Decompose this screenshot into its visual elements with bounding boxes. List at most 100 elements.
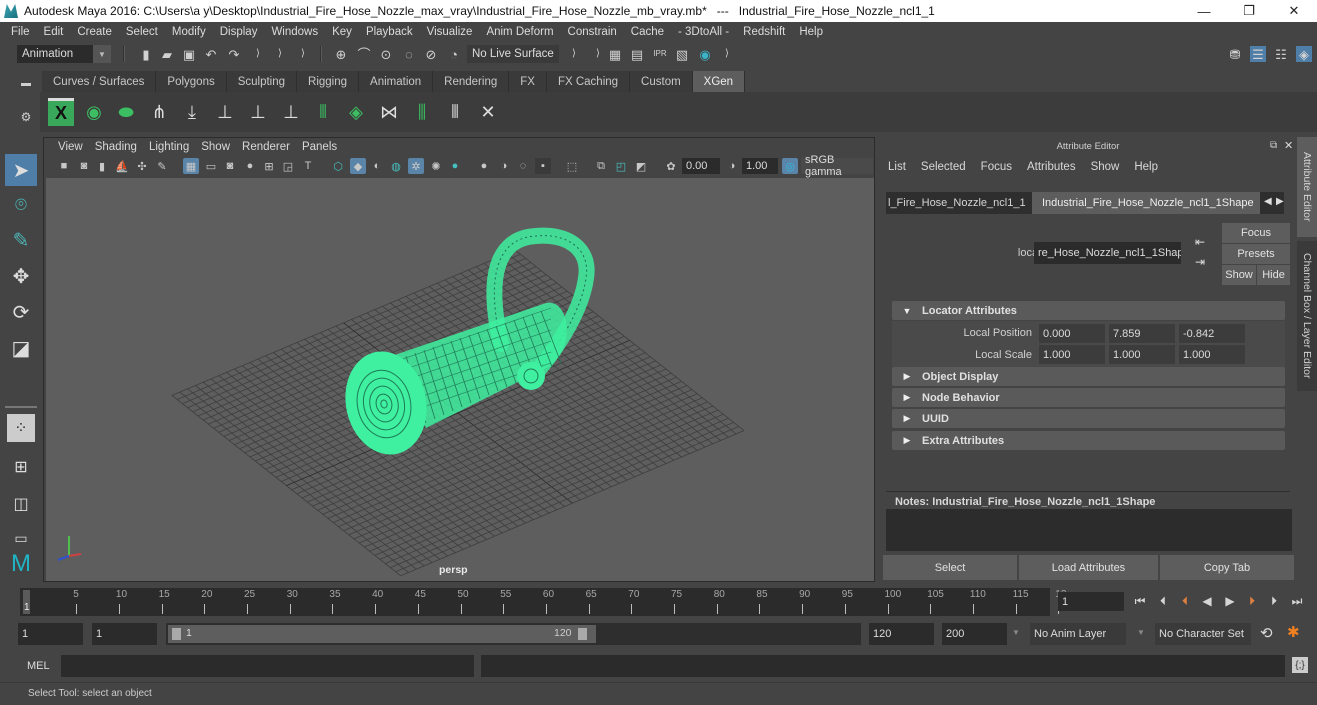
- 2d-pan-zoom-icon[interactable]: ✣: [134, 158, 150, 174]
- node-tab-transform[interactable]: l_Fire_Hose_Nozzle_ncl1_1: [888, 192, 1028, 214]
- tab-scroll-right-icon[interactable]: ▶: [1276, 196, 1284, 207]
- chevron-down-icon[interactable]: ▼: [1137, 628, 1145, 637]
- notes-textarea[interactable]: [886, 509, 1292, 551]
- shelf-tab-rendering[interactable]: Rendering: [433, 71, 510, 92]
- image-plane-icon[interactable]: ⛵: [114, 158, 130, 174]
- close-panel-icon[interactable]: ✕: [1284, 139, 1293, 152]
- gamma-icon[interactable]: ◑: [724, 158, 740, 174]
- xray-icon[interactable]: ✲: [408, 158, 424, 174]
- command-input[interactable]: [61, 655, 474, 677]
- menu-create[interactable]: Create: [70, 26, 119, 38]
- tab-scroll-left-icon[interactable]: ◀: [1264, 196, 1272, 207]
- paint-select-tool-icon[interactable]: ✎: [5, 224, 37, 256]
- collapse-icon[interactable]: ⟩: [250, 46, 266, 62]
- ae-menu-help[interactable]: Help: [1134, 161, 1158, 173]
- shelf-tab-sculpting[interactable]: Sculpting: [226, 71, 298, 92]
- character-set-dropdown[interactable]: No Character Set: [1155, 623, 1251, 645]
- redo-icon[interactable]: ↷: [226, 46, 242, 62]
- viewport-menu-view[interactable]: View: [52, 141, 89, 153]
- shelf-tab-curves-surfaces[interactable]: Curves / Surfaces: [42, 71, 157, 92]
- menu-edit[interactable]: Edit: [37, 26, 71, 38]
- step-back-frame-icon[interactable]: ⏴: [1154, 592, 1172, 610]
- snap-grid-icon[interactable]: ⊕: [333, 46, 349, 62]
- scale-tool-icon[interactable]: ◪: [5, 332, 37, 364]
- local-scale-z-field[interactable]: 1.000: [1179, 345, 1245, 364]
- menu-set-dropdown[interactable]: Animation ▼: [17, 45, 111, 63]
- shelf-tab-custom[interactable]: Custom: [630, 71, 693, 92]
- menu-windows[interactable]: Windows: [264, 26, 325, 38]
- local-scale-y-field[interactable]: 1.000: [1109, 345, 1175, 364]
- ae-menu-selected[interactable]: Selected: [921, 161, 966, 173]
- lock-guide-icon[interactable]: ⊥: [278, 98, 304, 126]
- menu-3dtoall[interactable]: - 3DtoAll -: [671, 26, 736, 38]
- motion-blur-icon[interactable]: ◑: [496, 158, 512, 174]
- delete-guide-icon[interactable]: ✕: [475, 98, 501, 126]
- menu-anim-deform[interactable]: Anim Deform: [479, 26, 560, 38]
- tool-settings-icon[interactable]: ☷: [1273, 46, 1289, 62]
- step-back-key-icon[interactable]: ⏴: [1176, 592, 1194, 610]
- command-language-label[interactable]: MEL: [27, 660, 50, 672]
- snap-curve-icon[interactable]: ⌒: [356, 46, 372, 62]
- collapse-icon[interactable]: ⟩: [295, 46, 311, 62]
- auto-key-icon[interactable]: ⟲: [1260, 624, 1273, 642]
- rotate-tool-icon[interactable]: ⟳: [5, 296, 37, 328]
- resolution-gate-icon[interactable]: ◙: [222, 158, 238, 174]
- color-management-toggle-icon[interactable]: ◎: [782, 158, 798, 174]
- viewport-3d-canvas[interactable]: persp: [46, 178, 874, 581]
- select-guide-icon[interactable]: ⊥: [245, 98, 271, 126]
- end-time-field[interactable]: 200: [942, 623, 1007, 645]
- add-guide-icon[interactable]: ⋔: [146, 98, 172, 126]
- playback-start-field[interactable]: 1: [92, 623, 157, 645]
- restore-button[interactable]: ❐: [1226, 0, 1272, 22]
- shelf-tab-fx[interactable]: FX: [509, 71, 547, 92]
- local-position-z-field[interactable]: -0.842: [1179, 324, 1245, 343]
- ipr-render-icon[interactable]: IPR: [652, 46, 668, 62]
- side-tab-channel-box[interactable]: Channel Box / Layer Editor: [1297, 241, 1317, 391]
- viewport-menu-lighting[interactable]: Lighting: [143, 141, 195, 153]
- focus-button[interactable]: Focus: [1222, 223, 1290, 243]
- section-locator-attributes[interactable]: ▼ Locator Attributes: [892, 301, 1285, 320]
- go-to-end-icon[interactable]: ⏭: [1288, 592, 1306, 610]
- range-end-grip[interactable]: [578, 628, 587, 640]
- render-frame-icon[interactable]: ▤: [629, 46, 645, 62]
- node-tab-shape[interactable]: Industrial_Fire_Hose_Nozzle_ncl1_1Shape: [1032, 192, 1260, 214]
- move-tool-icon[interactable]: ✥: [5, 260, 37, 292]
- menu-visualize[interactable]: Visualize: [420, 26, 480, 38]
- ae-menu-show[interactable]: Show: [1091, 161, 1120, 173]
- node-name-field[interactable]: re_Hose_Nozzle_ncl1_1Shape: [1034, 242, 1181, 264]
- xgen-preview-icon[interactable]: ◉: [81, 98, 107, 126]
- shelf-tab-rigging[interactable]: Rigging: [297, 71, 360, 92]
- viewport-menu-shading[interactable]: Shading: [89, 141, 143, 153]
- output-connections-icon[interactable]: ⇥: [1195, 255, 1205, 269]
- snap-live-icon[interactable]: ⊘: [423, 46, 439, 62]
- textured-icon[interactable]: ◍: [388, 158, 404, 174]
- load-attributes-button[interactable]: Load Attributes: [1019, 555, 1158, 580]
- guide-to-curve-icon[interactable]: ⫴: [310, 98, 336, 126]
- local-scale-x-field[interactable]: 1.000: [1039, 345, 1105, 364]
- snap-point-icon[interactable]: ⊙: [378, 46, 394, 62]
- ae-menu-attributes[interactable]: Attributes: [1027, 161, 1076, 173]
- film-gate-icon[interactable]: ▭: [203, 158, 219, 174]
- start-time-field[interactable]: 1: [18, 623, 83, 645]
- copy-tab-button[interactable]: Copy Tab: [1160, 555, 1294, 580]
- safe-action-icon[interactable]: ◲: [280, 158, 296, 174]
- lasso-tool-icon[interactable]: ⌾: [5, 189, 37, 221]
- snap-surface-icon[interactable]: ◔: [446, 46, 462, 62]
- safe-title-icon[interactable]: T: [300, 158, 316, 174]
- field-chart-icon[interactable]: ⊞: [261, 158, 277, 174]
- presets-button[interactable]: Presets: [1222, 244, 1290, 264]
- play-backwards-icon[interactable]: ◀: [1198, 592, 1216, 610]
- ae-menu-list[interactable]: List: [888, 161, 906, 173]
- menu-modify[interactable]: Modify: [165, 26, 213, 38]
- select-tool-icon[interactable]: ➤: [5, 154, 37, 186]
- shelf-tab-xgen[interactable]: XGen: [692, 71, 746, 92]
- new-scene-icon[interactable]: ▮: [138, 46, 154, 62]
- shelf-tab-fx-caching[interactable]: FX Caching: [546, 71, 631, 92]
- viewport-menu-show[interactable]: Show: [195, 141, 236, 153]
- chevron-down-icon[interactable]: ▼: [1012, 628, 1020, 637]
- select-button[interactable]: Select: [883, 555, 1017, 580]
- attribute-editor-toggle-icon[interactable]: ☰: [1250, 46, 1266, 62]
- menu-file[interactable]: File: [4, 26, 37, 38]
- section-object-display[interactable]: ▶ Object Display: [892, 367, 1285, 386]
- xgen-clear-preview-icon[interactable]: ⬬: [113, 98, 139, 126]
